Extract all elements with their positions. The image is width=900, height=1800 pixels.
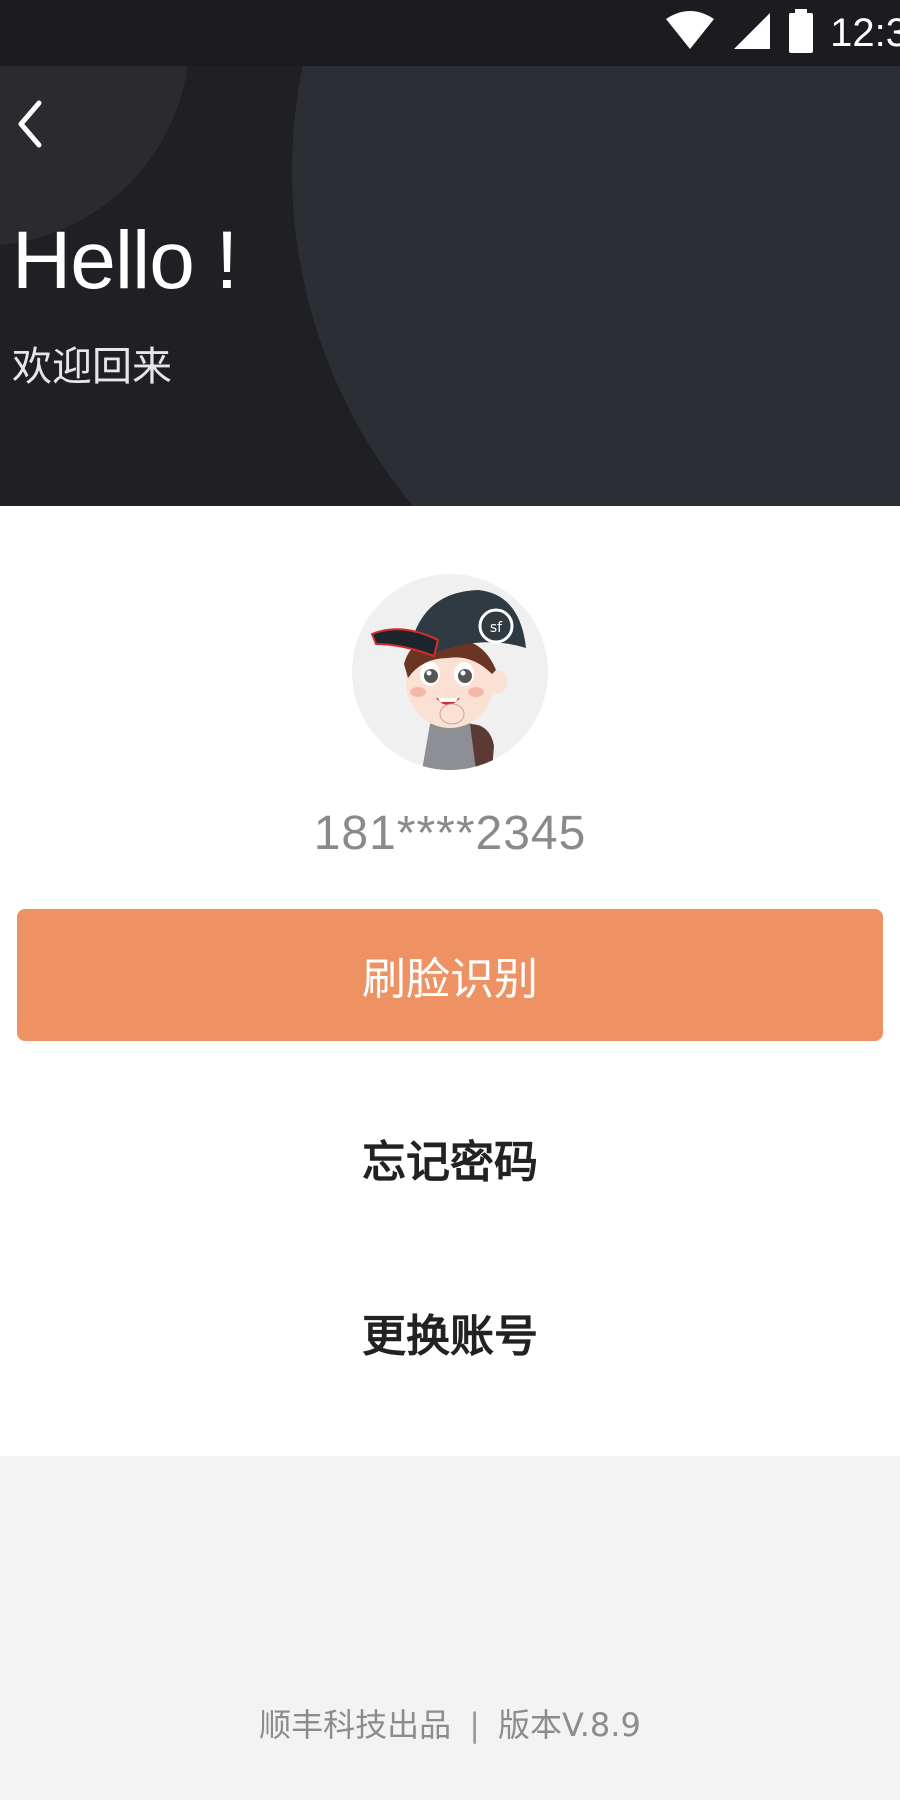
back-button[interactable]	[8, 96, 52, 156]
forgot-password-link[interactable]: 忘记密码	[0, 1126, 900, 1190]
footer-version: 版本V.8.9	[497, 1706, 641, 1744]
chevron-left-icon	[15, 99, 45, 153]
greeting-title: Hello !	[12, 215, 238, 306]
status-time: 12:3	[830, 10, 900, 55]
header-decoration	[292, 66, 900, 506]
battery-icon	[786, 9, 816, 57]
status-bar: 12:3	[0, 0, 900, 66]
welcome-subtitle: 欢迎回来	[12, 344, 172, 390]
phone-number: 181****2345	[313, 807, 587, 860]
cell-signal-icon	[730, 11, 772, 55]
face-login-button[interactable]: 刷脸识别	[17, 909, 883, 1041]
login-card: sf 181****2345 刷脸识别 忘记密码 更换账号	[0, 506, 900, 1456]
switch-account-link[interactable]: 更换账号	[0, 1300, 900, 1364]
avatar: sf	[352, 574, 548, 770]
footer-separator: |	[469, 1706, 480, 1744]
footer: 顺丰科技出品 | 版本V.8.9	[0, 1700, 900, 1746]
footer-producer: 顺丰科技出品	[259, 1706, 452, 1744]
header: Hello ! 欢迎回来	[0, 66, 900, 506]
svg-text:sf: sf	[490, 620, 503, 636]
wifi-icon	[664, 11, 716, 55]
status-icons: 12:3	[664, 0, 900, 66]
